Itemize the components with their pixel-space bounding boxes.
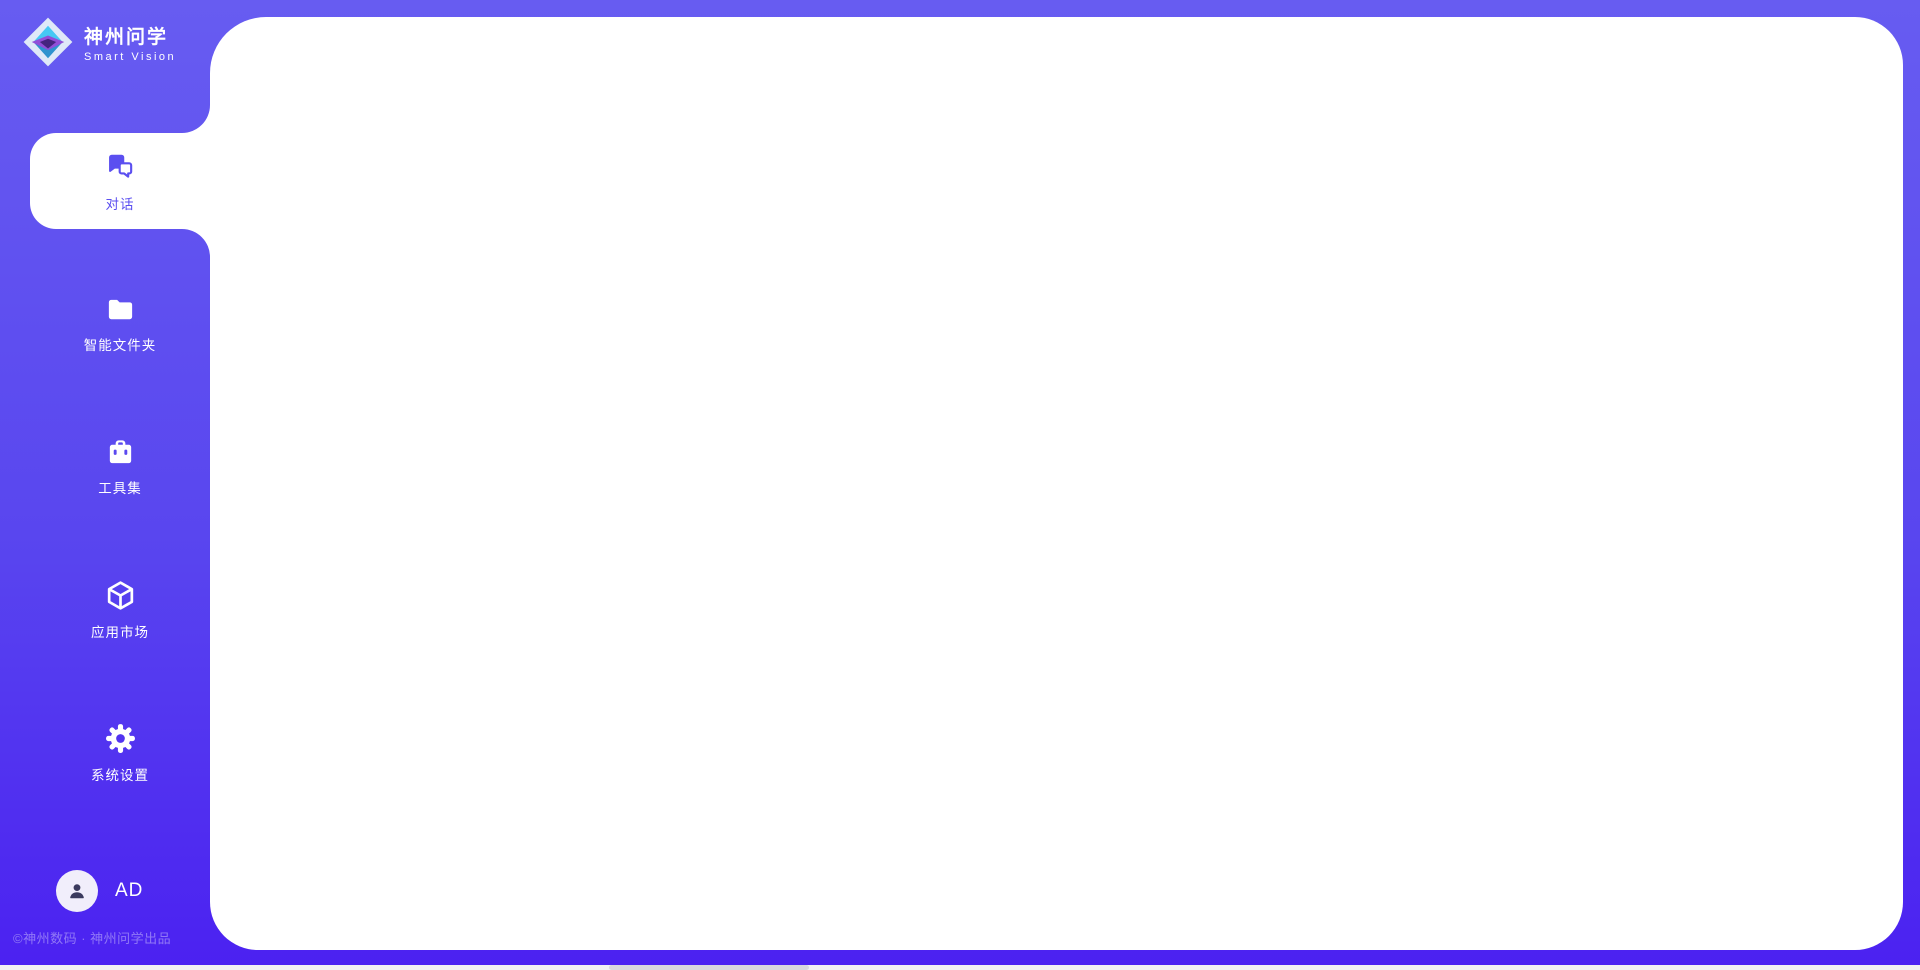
sidebar-item-chat[interactable]: 对话 — [30, 133, 210, 229]
gear-icon — [104, 722, 137, 755]
avatar — [56, 870, 98, 912]
sidebar-item-label: 对话 — [106, 193, 135, 213]
sidebar-item-toolbox[interactable]: 工具集 — [30, 419, 210, 515]
brand-name: 神州问学 — [84, 22, 176, 49]
sidebar-item-label: 工具集 — [98, 477, 142, 497]
sidebar: 神州问学 Smart Vision 对话 智能文件夹 — [0, 0, 210, 970]
sidebar-nav: 对话 智能文件夹 工具集 应用市场 — [30, 133, 210, 801]
folder-icon — [105, 294, 136, 325]
toolbox-icon — [105, 437, 136, 468]
tab-fillet-bottom — [182, 229, 210, 257]
copyright-text: ©神州数码 · 神州问学出品 — [13, 928, 203, 947]
main-content-surface — [210, 17, 1903, 950]
chat-icon — [103, 150, 137, 184]
cube-icon — [104, 579, 137, 612]
brand-logo: 神州问学 Smart Vision — [0, 0, 210, 68]
sidebar-item-app-market[interactable]: 应用市场 — [30, 562, 210, 658]
brand-subtitle: Smart Vision — [84, 51, 176, 63]
tab-fillet-top — [182, 105, 210, 133]
brand-text: 神州问学 Smart Vision — [84, 22, 176, 63]
sidebar-item-label: 智能文件夹 — [84, 334, 157, 354]
sidebar-item-label: 系统设置 — [91, 764, 149, 784]
brand-gem-icon — [22, 16, 74, 68]
scrollbar-thumb[interactable] — [609, 965, 809, 970]
user-initials: AD — [115, 880, 143, 902]
horizontal-scrollbar[interactable] — [0, 965, 1920, 970]
person-icon — [65, 879, 89, 903]
user-profile[interactable]: AD — [56, 870, 143, 912]
sidebar-item-settings[interactable]: 系统设置 — [30, 705, 210, 801]
sidebar-item-label: 应用市场 — [91, 621, 149, 641]
sidebar-item-smart-folder[interactable]: 智能文件夹 — [30, 276, 210, 372]
